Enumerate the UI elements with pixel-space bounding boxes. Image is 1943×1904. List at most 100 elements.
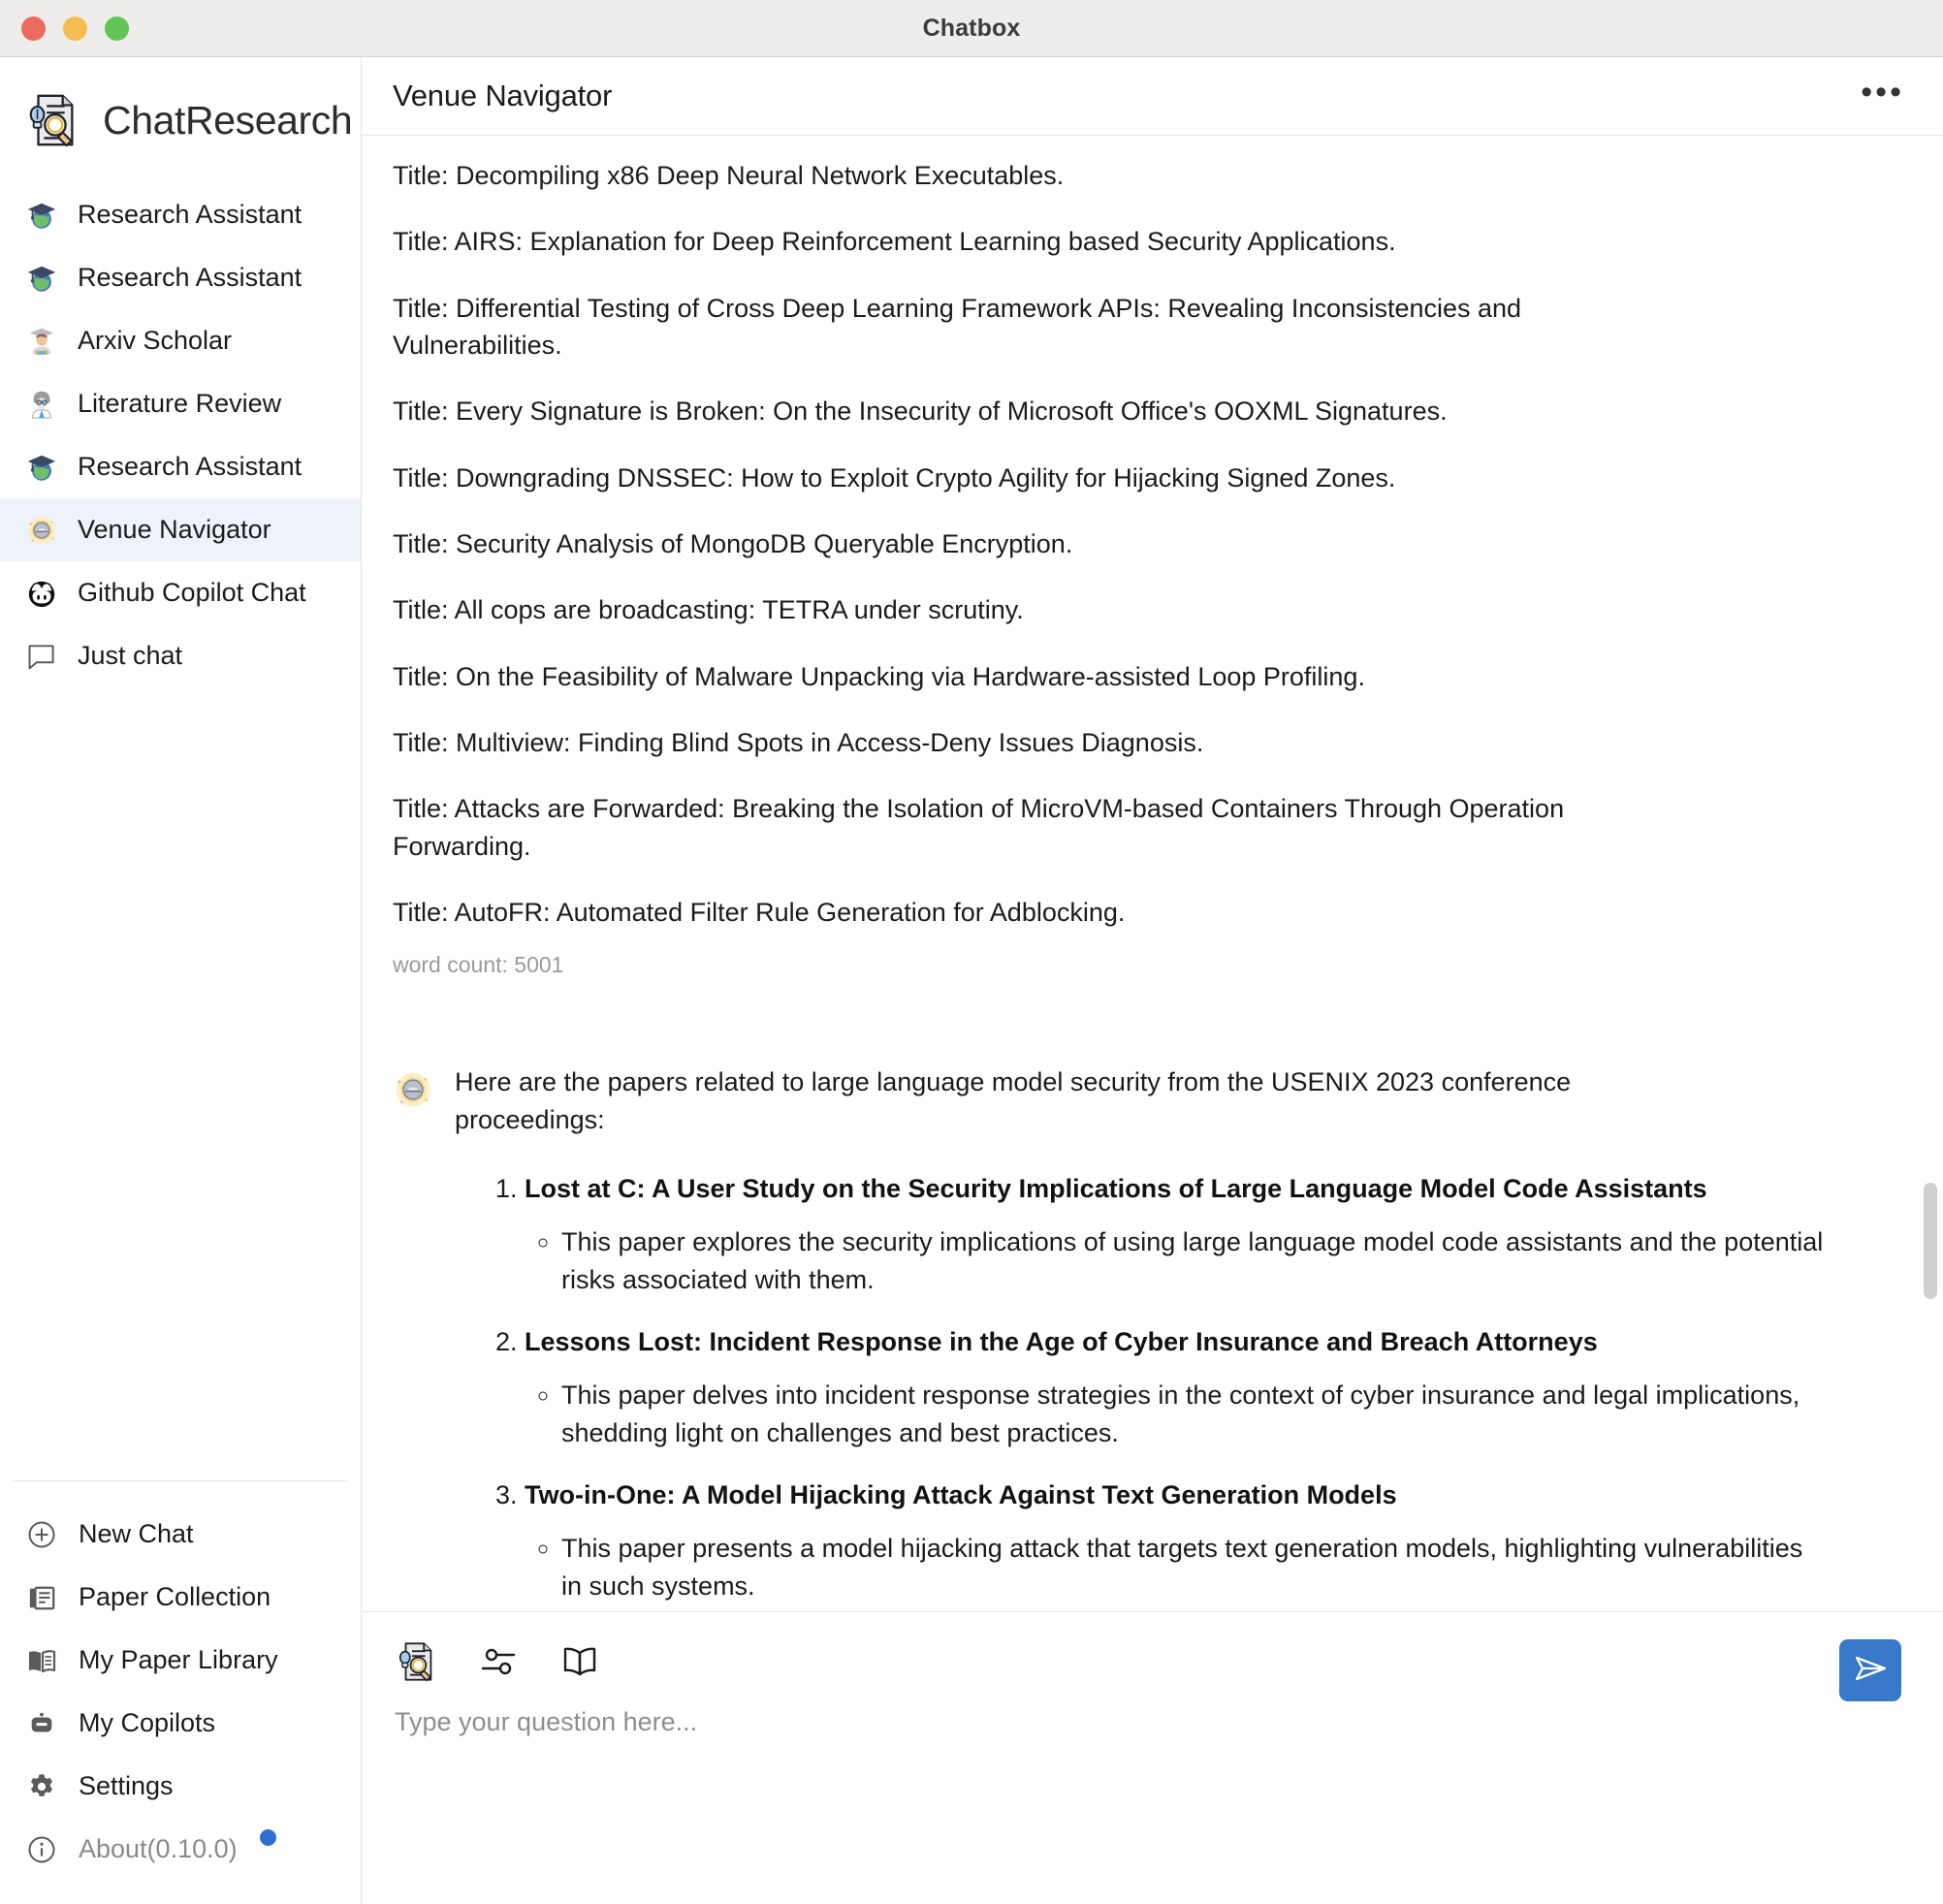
menu-item-label: About(0.10.0) — [79, 1834, 238, 1863]
menu-item-label: New Chat — [79, 1519, 194, 1548]
graduation-globe-icon — [25, 262, 58, 295]
sidebar-item-venue-navigator[interactable]: Venue Navigator — [0, 498, 361, 561]
main-panel: Venue Navigator ••• Title: Decompiling x… — [362, 57, 1943, 1904]
brand: ChatResearch — [0, 57, 361, 177]
paper-title-line: Title: All cops are broadcasting: TETRA … — [393, 595, 1024, 625]
sliders-icon[interactable] — [476, 1639, 521, 1684]
paper-title-line: Title: Differential Testing of Cross Dee… — [393, 293, 1522, 360]
paper-description-list: This paper delves into incident response… — [525, 1377, 1827, 1452]
message-scrollbar-thumb[interactable] — [1924, 1183, 1937, 1299]
paper-description: This paper presents a model hijacking at… — [561, 1530, 1827, 1605]
message-list: Title: Decompiling x86 Deep Neural Netwo… — [362, 136, 1943, 1611]
main-header: Venue Navigator ••• — [362, 57, 1943, 136]
menu-item-about[interactable]: About(0.10.0) — [0, 1818, 361, 1881]
open-book-icon — [26, 1645, 57, 1676]
sidebar-item-label: Research Assistant — [78, 200, 303, 229]
copilot-icon — [25, 577, 58, 610]
sidebar-item-label: Research Assistant — [78, 452, 303, 481]
sidebar-item-research-assistant-1[interactable]: Research Assistant — [0, 183, 361, 246]
gear-icon — [26, 1771, 57, 1802]
menu-item-paper-collection[interactable]: Paper Collection — [0, 1566, 361, 1629]
sidebar-menu: New Chat Paper Collection My Paper Libra… — [0, 1481, 361, 1904]
page-title: Venue Navigator — [393, 79, 613, 112]
message-scroll-area[interactable]: Title: Decompiling x86 Deep Neural Netwo… — [362, 136, 1943, 1611]
composer: Type your question here... — [362, 1611, 1943, 1904]
compass-glow-icon — [393, 1069, 433, 1110]
minimize-window-button[interactable] — [63, 16, 87, 41]
paper-title: Lost at C: A User Study on the Security … — [525, 1173, 1707, 1203]
robot-icon — [26, 1708, 57, 1739]
paper-title-line: Title: Downgrading DNSSEC: How to Exploi… — [393, 462, 1396, 492]
paper-collection-icon — [26, 1582, 57, 1613]
send-button[interactable] — [1839, 1639, 1901, 1701]
menu-item-label: My Paper Library — [79, 1645, 278, 1674]
paper-description: This paper explores the security implica… — [561, 1223, 1827, 1299]
scientist-person-icon — [25, 388, 58, 421]
sidebar-item-github-copilot-chat[interactable]: Github Copilot Chat — [0, 561, 361, 624]
sidebar-item-arxiv-scholar[interactable]: Arxiv Scholar — [0, 309, 361, 372]
send-paper-plane-icon — [1851, 1649, 1890, 1693]
sidebar-item-label: Just chat — [78, 641, 183, 670]
menu-item-label: Paper Collection — [79, 1582, 271, 1611]
question-input[interactable]: Type your question here... — [395, 1707, 1798, 1737]
open-book-icon[interactable] — [557, 1639, 602, 1684]
word-count: word count: 5001 — [393, 952, 564, 978]
paper-description-list: This paper presents a model hijacking at… — [525, 1530, 1827, 1605]
paper-title-line: Title: Attacks are Forwarded: Breaking t… — [393, 794, 1565, 861]
menu-item-my-copilots[interactable]: My Copilots — [0, 1692, 361, 1755]
paper-title-line: Title: AutoFR: Automated Filter Rule Gen… — [393, 897, 1126, 927]
compass-glow-icon — [25, 514, 58, 547]
sidebar-item-label: Arxiv Scholar — [78, 326, 233, 355]
composer-toolbar — [395, 1637, 1798, 1686]
paper-title-line: Title: AIRS: Explanation for Deep Reinfo… — [393, 227, 1396, 257]
window-title: Chatbox — [922, 14, 1021, 42]
menu-item-new-chat[interactable]: New Chat — [0, 1503, 361, 1566]
plus-circle-icon — [26, 1519, 57, 1550]
research-paper-magnifier-icon[interactable] — [395, 1639, 439, 1684]
paper-description-list: This paper explores the security implica… — [525, 1223, 1827, 1299]
sidebar-item-research-assistant-3[interactable]: Research Assistant — [0, 435, 361, 498]
paper-title: Lessons Lost: Incident Response in the A… — [525, 1327, 1598, 1356]
update-badge — [260, 1829, 276, 1846]
sidebar-item-literature-review[interactable]: Literature Review — [0, 372, 361, 435]
title-bar: Chatbox — [0, 0, 1943, 57]
maximize-window-button[interactable] — [105, 16, 129, 41]
research-paper-magnifier-icon — [23, 90, 83, 150]
message-scrollbar-track[interactable] — [1924, 136, 1937, 1611]
paper-title-line: Title: Every Signature is Broken: On the… — [393, 397, 1448, 427]
window-controls — [21, 16, 129, 41]
menu-item-label: Settings — [79, 1771, 174, 1800]
paper-description: This paper delves into incident response… — [561, 1377, 1827, 1452]
paper-title-line: Title: Decompiling x86 Deep Neural Netwo… — [393, 161, 1065, 190]
sidebar: ChatResearch Research Assistant Research… — [0, 57, 362, 1904]
assistant-intro: Here are the papers related to large lan… — [455, 1067, 1572, 1134]
ellipsis-icon[interactable]: ••• — [1855, 72, 1910, 120]
paper-title: Two-in-One: A Model Hijacking Attack Aga… — [525, 1480, 1397, 1510]
chat-list: Research Assistant Research Assistant Ar… — [0, 177, 361, 1480]
menu-item-my-paper-library[interactable]: My Paper Library — [0, 1629, 361, 1692]
paper-title-line: Title: On the Feasibility of Malware Unp… — [393, 661, 1365, 691]
composer-left: Type your question here... — [362, 1637, 1798, 1904]
sidebar-item-label: Literature Review — [78, 389, 282, 418]
list-item: Two-in-One: A Model Hijacking Attack Aga… — [525, 1477, 1827, 1605]
sidebar-item-label: Venue Navigator — [78, 515, 271, 544]
list-item: Lessons Lost: Incident Response in the A… — [525, 1324, 1827, 1452]
paper-result-list: Lost at C: A User Study on the Security … — [455, 1171, 1827, 1605]
menu-item-label: My Copilots — [79, 1708, 216, 1737]
assistant-message: Here are the papers related to large lan… — [393, 1063, 1875, 1611]
sidebar-item-just-chat[interactable]: Just chat — [0, 624, 361, 687]
sidebar-item-label: Research Assistant — [78, 263, 303, 292]
app-body: ChatResearch Research Assistant Research… — [0, 57, 1943, 1904]
sidebar-item-label: Github Copilot Chat — [78, 578, 306, 607]
close-window-button[interactable] — [21, 16, 46, 41]
brand-name: ChatResearch — [103, 97, 353, 143]
menu-item-settings[interactable]: Settings — [0, 1755, 361, 1818]
speech-bubble-icon — [25, 640, 58, 673]
graduation-globe-icon — [25, 199, 58, 232]
graduation-globe-icon — [25, 451, 58, 484]
paper-title-line: Title: Multiview: Finding Blind Spots in… — [393, 727, 1204, 757]
sidebar-item-research-assistant-2[interactable]: Research Assistant — [0, 246, 361, 309]
assistant-body: Here are the papers related to large lan… — [455, 1063, 1827, 1611]
info-circle-icon — [26, 1834, 57, 1865]
composer-right — [1798, 1637, 1943, 1904]
